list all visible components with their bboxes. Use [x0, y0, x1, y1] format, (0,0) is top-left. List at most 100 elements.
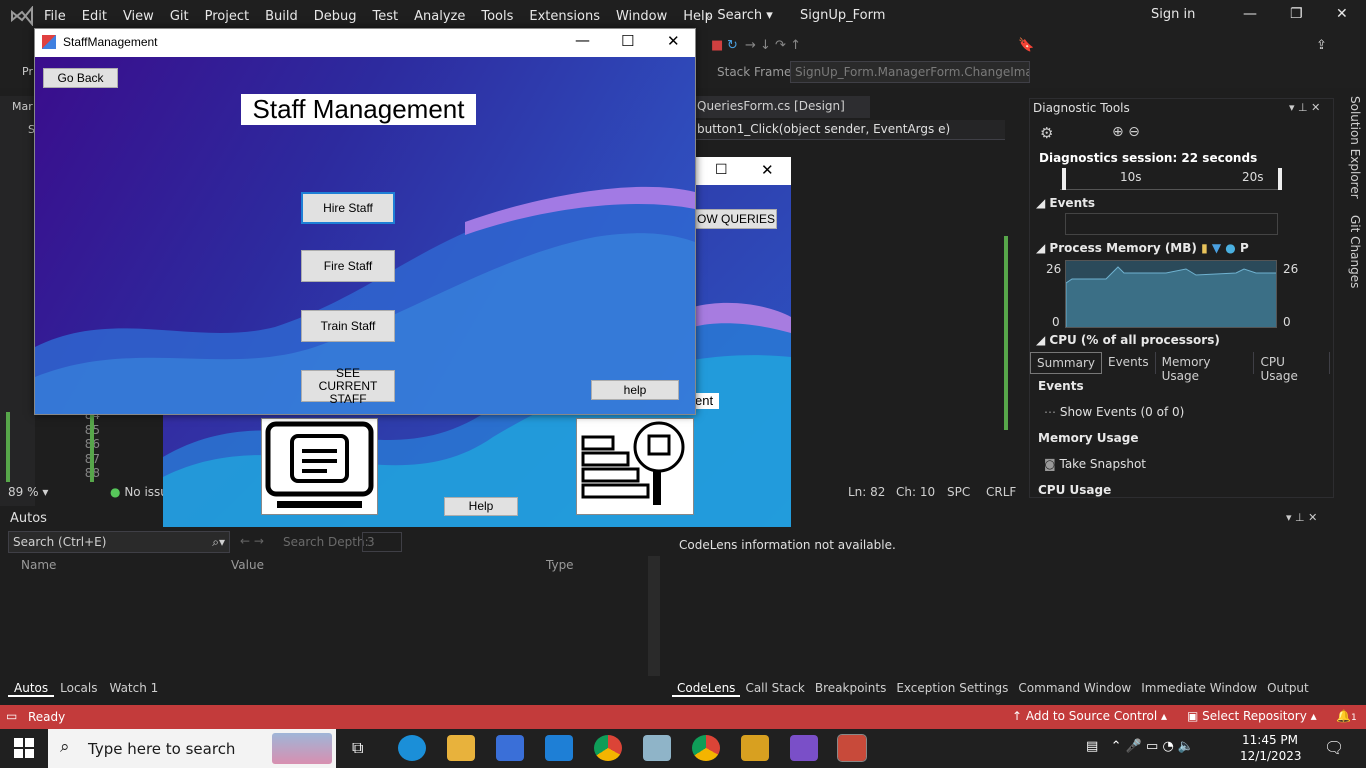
step-icons[interactable]: → ↓ ↷ ↑ [745, 38, 801, 53]
column-value[interactable]: Value [231, 558, 264, 572]
menu-edit[interactable]: Edit [74, 9, 115, 24]
staff-help-button[interactable]: help [591, 380, 679, 400]
process-memory-graph[interactable] [1065, 260, 1277, 328]
close-icon[interactable]: ✕ [1336, 6, 1348, 22]
minimize-icon[interactable]: — [575, 31, 590, 49]
search-menu[interactable]: ⌕ Search ▾ [706, 8, 773, 23]
menu-analyze[interactable]: Analyze [406, 9, 473, 24]
maximize-icon[interactable]: ❐ [1290, 6, 1303, 22]
tab-call-stack[interactable]: Call Stack [740, 681, 809, 697]
tab-memory-usage[interactable]: Memory Usage [1156, 352, 1255, 383]
line-ending-indicator[interactable]: CRLF [986, 485, 1016, 499]
timeline-handle-right[interactable] [1278, 168, 1282, 190]
edge-icon[interactable] [398, 735, 426, 761]
tab-cpu-usage[interactable]: CPU Usage [1254, 352, 1330, 383]
windows-start-icon[interactable] [14, 738, 34, 758]
menu-git[interactable]: Git [162, 9, 197, 24]
fire-staff-button[interactable]: Fire Staff [301, 250, 395, 282]
zoom-icons[interactable]: ⊕ ⊖ [1112, 124, 1140, 140]
source-control-button[interactable]: ↑ Add to Source Control ▴ [1012, 709, 1167, 723]
queries-help-button[interactable]: Help [444, 497, 518, 516]
taskbar-search-box[interactable]: ⌕ Type here to search [48, 729, 336, 768]
microsoft-store-icon[interactable] [496, 735, 524, 761]
menu-test[interactable]: Test [365, 9, 407, 24]
visual-studio-taskbar-icon[interactable] [790, 735, 818, 761]
autos-search-input[interactable]: Search (Ctrl+E) ⌕▾ [8, 531, 230, 553]
tab-events[interactable]: Events [1102, 352, 1156, 374]
tab-command-window[interactable]: Command Window [1013, 681, 1136, 697]
autos-scrollbar[interactable] [648, 556, 660, 676]
panel-options-icon[interactable]: ▾ ⊥ ✕ [1286, 511, 1317, 524]
chrome-profile-icon[interactable] [692, 735, 720, 761]
column-name[interactable]: Name [21, 558, 56, 572]
tab-codelens[interactable]: CodeLens [672, 681, 741, 697]
hire-staff-button[interactable]: Hire Staff [301, 192, 395, 224]
winforms-app-taskbar-icon[interactable] [837, 734, 867, 762]
show-events-link[interactable]: ⋯ Show Events (0 of 0) [1044, 405, 1184, 419]
take-snapshot-button[interactable]: ◙ Take Snapshot [1044, 457, 1146, 471]
zoom-level[interactable]: 89 % ▾ [8, 485, 48, 499]
app-icon[interactable] [643, 735, 671, 761]
tab-autos[interactable]: Autos [8, 681, 55, 697]
task-view-icon[interactable]: ⧉ [352, 738, 363, 758]
show-queries-button[interactable]: OW QUERIES [695, 209, 777, 229]
cpu-section[interactable]: ◢ CPU (% of all processors) [1036, 333, 1220, 347]
notification-center-icon[interactable]: 🗨 [1324, 738, 1344, 757]
tab-immediate-window[interactable]: Immediate Window [1136, 681, 1262, 697]
see-current-staff-button[interactable]: SEE CURRENT STAFF [301, 366, 395, 405]
tab-locals[interactable]: Locals [54, 681, 103, 697]
settings-gear-icon[interactable]: ⚙ [1040, 124, 1053, 142]
go-back-button[interactable]: Go Back [43, 68, 118, 88]
spacing-indicator[interactable]: SPC [947, 485, 970, 499]
nav-arrows-icon[interactable]: ← → [240, 534, 264, 548]
menu-build[interactable]: Build [257, 9, 306, 24]
left-tab-mar[interactable]: Mar [12, 100, 33, 113]
visual-studio-logo-icon[interactable] [8, 6, 36, 26]
chrome-icon[interactable] [594, 735, 622, 761]
memory-section[interactable]: ◢ Process Memory (MB) ▮ ▼ ● P [1036, 241, 1249, 255]
train-staff-button[interactable]: Train Staff [301, 310, 395, 342]
menu-view[interactable]: View [115, 9, 162, 24]
editor-tab-queries-design[interactable]: QueriesForm.cs [Design] [695, 96, 870, 118]
system-tray-icons[interactable]: ▤ ⌃ 🎤 ▭ ◔ 🔈 [1086, 739, 1194, 754]
menu-file[interactable]: File [36, 9, 74, 24]
mail-icon[interactable] [545, 735, 573, 761]
solution-explorer-tab[interactable]: Solution Explorer [1348, 96, 1362, 199]
search-icon[interactable]: ⌕▾ [212, 535, 225, 550]
tab-output[interactable]: Output [1262, 681, 1314, 697]
tab-exception-settings[interactable]: Exception Settings [891, 681, 1013, 697]
tab-summary[interactable]: Summary [1030, 352, 1102, 374]
menu-tools[interactable]: Tools [473, 9, 521, 24]
tab-breakpoints[interactable]: Breakpoints [810, 681, 891, 697]
system-clock[interactable]: 11:45 PM 12/1/2023 [1240, 732, 1302, 764]
close-icon[interactable]: ✕ [761, 161, 774, 179]
menu-window[interactable]: Window [608, 9, 675, 24]
stack-frame-dropdown[interactable]: SignUp_Form.ManagerForm.ChangeImag [790, 61, 1030, 83]
git-changes-tab[interactable]: Git Changes [1348, 215, 1362, 288]
left-tab-pr[interactable]: Pr [22, 65, 33, 78]
panel-options-icon[interactable]: ▾ ⊥ ✕ [1289, 101, 1320, 114]
share-icon[interactable]: ⇪ [1316, 38, 1327, 53]
maximize-icon[interactable]: ☐ [715, 162, 728, 178]
notifications-icon[interactable]: 🔔1 [1336, 709, 1357, 723]
maximize-icon[interactable]: ☐ [621, 32, 634, 50]
tools-app-icon[interactable] [741, 735, 769, 761]
menu-debug[interactable]: Debug [306, 9, 365, 24]
timeline-handle-left[interactable] [1062, 168, 1066, 190]
method-dropdown[interactable]: button1_Click(object sender, EventArgs e… [695, 120, 1005, 140]
close-icon[interactable]: ✕ [667, 32, 680, 50]
sign-in-link[interactable]: Sign in [1151, 7, 1195, 22]
tab-watch-1[interactable]: Watch 1 [103, 681, 164, 697]
stop-debugging-icon[interactable]: ■ [711, 38, 723, 53]
search-depth-select[interactable]: 3 [362, 532, 402, 552]
events-section[interactable]: ◢ Events [1036, 196, 1095, 210]
restart-icon[interactable]: ↻ [727, 38, 738, 53]
timeline-ruler[interactable]: 10s 20s [1060, 168, 1282, 190]
menu-extensions[interactable]: Extensions [521, 9, 608, 24]
minimize-icon[interactable]: — [1243, 6, 1257, 22]
select-repository-button[interactable]: ▣ Select Repository ▴ [1187, 709, 1317, 723]
column-type[interactable]: Type [546, 558, 574, 572]
issues-indicator[interactable]: ● No issu [110, 485, 168, 499]
menu-project[interactable]: Project [197, 9, 257, 24]
bookmark-icon[interactable]: 🔖 [1018, 38, 1034, 53]
